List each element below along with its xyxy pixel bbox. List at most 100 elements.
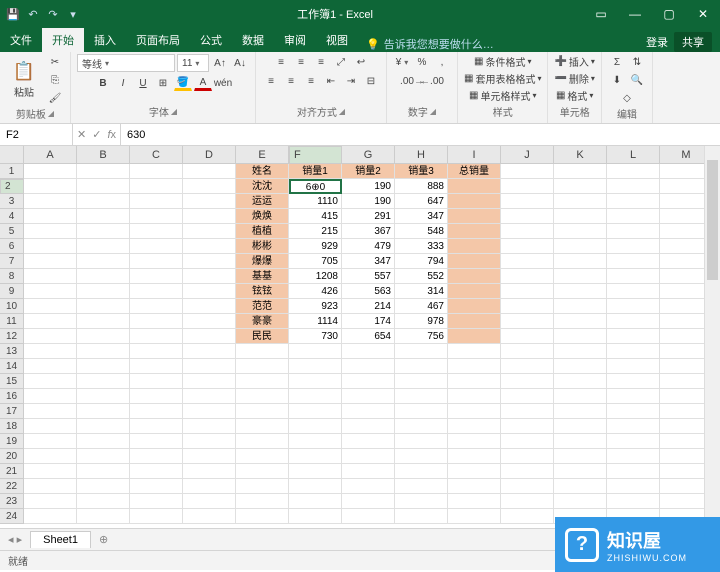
cell[interactable]: 总销量 [448,164,501,179]
row-header[interactable]: 14 [0,359,24,374]
cell[interactable] [448,314,501,329]
cell[interactable]: 215 [289,224,342,239]
cell[interactable] [448,179,501,194]
cell[interactable] [77,254,130,269]
cell[interactable] [501,434,554,449]
cell[interactable] [342,344,395,359]
cell[interactable] [501,314,554,329]
cell[interactable] [289,404,342,419]
cell[interactable] [183,164,236,179]
cell[interactable] [24,479,77,494]
cell[interactable] [395,419,448,434]
indent-dec-icon[interactable]: ⇤ [322,73,340,89]
comma-icon[interactable]: , [433,54,451,70]
cell[interactable] [289,389,342,404]
tab-layout[interactable]: 页面布局 [126,28,190,52]
cell[interactable] [24,164,77,179]
column-header[interactable]: I [448,146,501,164]
cell[interactable] [554,389,607,404]
cell[interactable] [395,389,448,404]
cell[interactable] [183,494,236,509]
cell[interactable]: 415 [289,209,342,224]
cell[interactable]: 347 [395,209,448,224]
cell[interactable] [501,194,554,209]
format-painter-icon[interactable]: 🖌 [46,90,64,106]
format-table-button[interactable]: ▦套用表格格式▾ [464,71,541,86]
tab-review[interactable]: 审阅 [274,28,316,52]
cell[interactable]: 333 [395,239,448,254]
cell[interactable] [448,494,501,509]
cell[interactable] [24,194,77,209]
fill-icon[interactable]: ⬇ [608,72,626,88]
cell[interactable] [607,494,660,509]
cell[interactable] [554,194,607,209]
cell[interactable] [183,269,236,284]
cell[interactable] [236,464,289,479]
phonetic-icon[interactable]: wén [214,75,232,91]
sheet-nav-icon[interactable]: ◂ ▸ [0,533,30,546]
save-icon[interactable]: 💾 [6,7,20,21]
align-bottom-icon[interactable]: ≡ [312,54,330,70]
cell[interactable] [448,374,501,389]
cell[interactable] [130,329,183,344]
maximize-icon[interactable]: ▢ [652,0,686,28]
cell[interactable] [501,179,554,194]
cell[interactable] [183,389,236,404]
cell[interactable] [448,224,501,239]
cell[interactable] [183,449,236,464]
undo-icon[interactable]: ↶ [26,7,40,21]
cell[interactable] [24,179,77,194]
cell[interactable] [554,434,607,449]
cell[interactable] [77,239,130,254]
cell[interactable] [607,404,660,419]
cell[interactable] [130,359,183,374]
cell[interactable] [448,449,501,464]
cell[interactable] [607,329,660,344]
row-header[interactable]: 11 [0,314,24,329]
redo-icon[interactable]: ↷ [46,7,60,21]
cell[interactable] [183,239,236,254]
cell[interactable] [24,494,77,509]
column-header[interactable]: C [130,146,183,164]
cell[interactable] [236,419,289,434]
cell[interactable]: 190 [342,194,395,209]
cell[interactable] [448,359,501,374]
cell[interactable] [501,509,554,524]
cell[interactable] [395,494,448,509]
cell[interactable] [130,299,183,314]
cell[interactable] [448,389,501,404]
column-header[interactable]: A [24,146,77,164]
cell[interactable]: 范范 [236,299,289,314]
cell[interactable] [24,359,77,374]
minimize-icon[interactable]: — [618,0,652,28]
cell[interactable] [607,314,660,329]
cell[interactable]: 552 [395,269,448,284]
cell[interactable]: 1208 [289,269,342,284]
align-center-icon[interactable]: ≡ [282,73,300,89]
cell[interactable] [342,479,395,494]
cell[interactable] [24,344,77,359]
cell[interactable]: 647 [395,194,448,209]
cell[interactable] [554,299,607,314]
cell[interactable] [183,224,236,239]
delete-cells-button[interactable]: ➖删除▾ [554,71,594,86]
cell[interactable] [130,239,183,254]
cell[interactable] [501,479,554,494]
signin-link[interactable]: 登录 [646,34,668,50]
cell[interactable]: 888 [395,179,448,194]
cell[interactable]: 756 [395,329,448,344]
cell[interactable] [183,314,236,329]
wrap-text-icon[interactable]: ↩ [352,54,370,70]
row-header[interactable]: 19 [0,434,24,449]
cell[interactable] [77,284,130,299]
cell[interactable] [501,164,554,179]
orientation-icon[interactable]: ⤢ [332,54,350,70]
cell[interactable] [130,269,183,284]
cell[interactable] [554,284,607,299]
cell[interactable] [501,404,554,419]
row-header[interactable]: 18 [0,419,24,434]
cell[interactable] [183,434,236,449]
cell[interactable] [130,434,183,449]
cell[interactable] [130,404,183,419]
cell[interactable] [607,299,660,314]
